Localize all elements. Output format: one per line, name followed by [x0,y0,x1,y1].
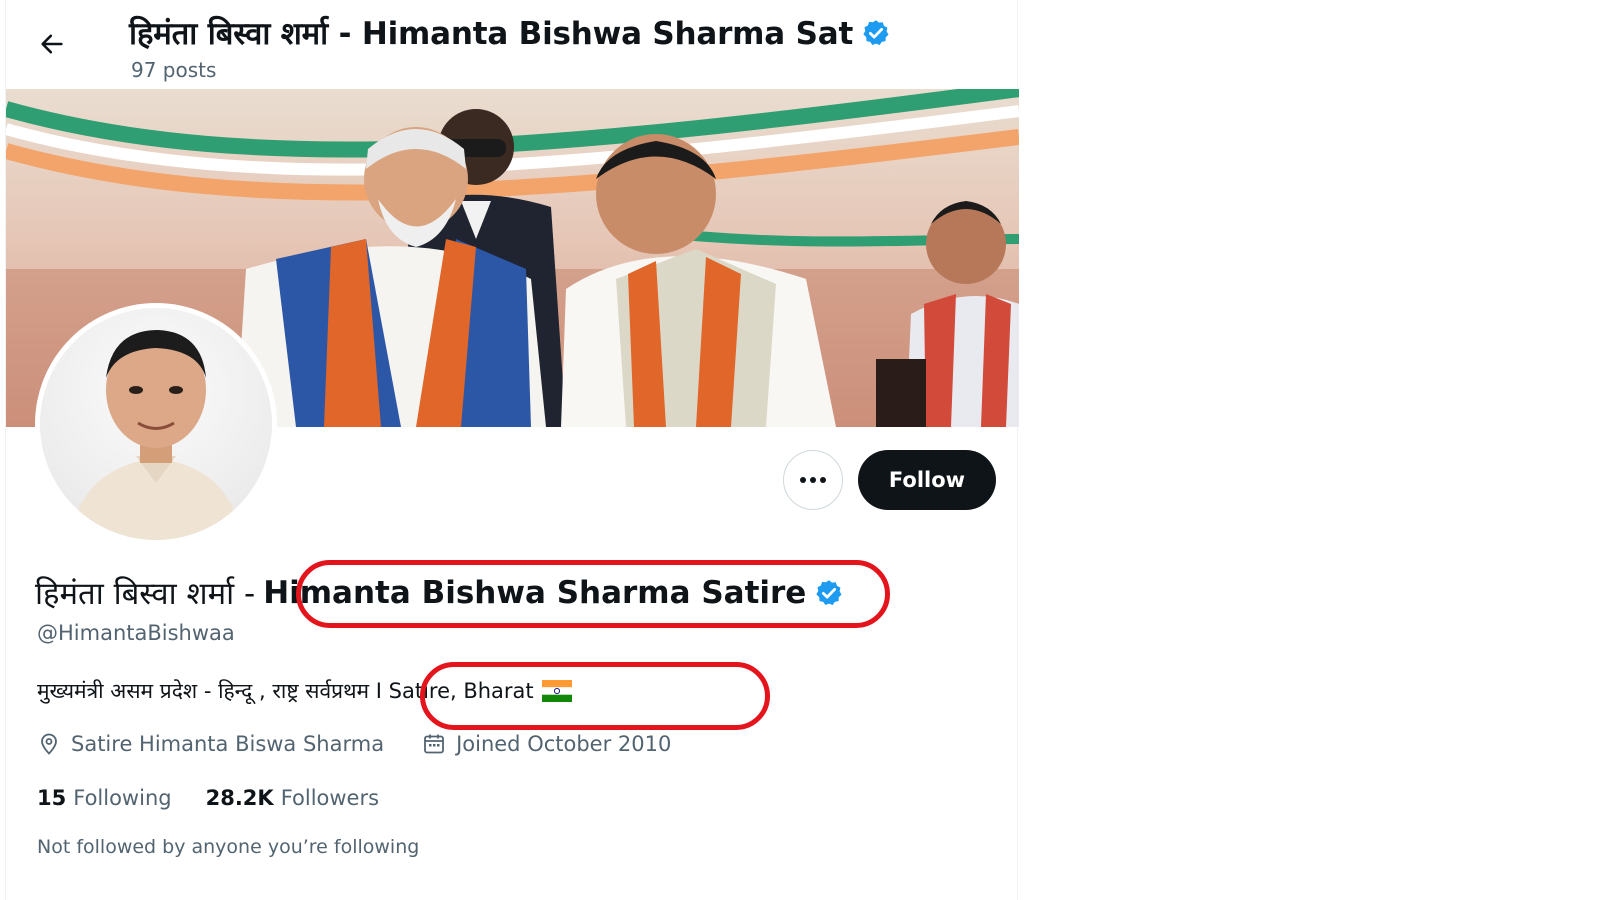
following-label: Following [73,786,172,810]
more-horizontal-icon [800,477,826,483]
user-handle: @HimantaBishwaa [37,621,235,645]
followers-label: Followers [280,786,380,810]
avatar[interactable] [35,303,277,545]
profile-header: हिमंता बिस्वा शर्मा - Himanta Bishwa Sha… [6,0,1017,89]
following-count: 15 [37,786,67,810]
display-name-devanagari: हिमंता बिस्वा शर्मा - [35,576,256,612]
avatar-portrait [70,330,242,540]
arrow-left-icon [41,34,63,54]
followers-link[interactable]: 28.2K Followers [206,786,379,810]
profile-column: हिमंता बिस्वा शर्मा - Himanta Bishwa Sha… [5,0,1019,900]
page: हिमंता बिस्वा शर्मा - Himanta Bishwa Sha… [0,0,1600,900]
header-title: हिमंता बिस्वा शर्मा - Himanta Bishwa Sha… [129,16,854,52]
calendar-icon [424,734,444,754]
followers-count: 28.2K [205,786,274,810]
profile-meta: Satire Himanta Biswa Sharma Joined Octob… [37,732,671,756]
india-flag-icon [541,680,572,702]
back-button[interactable] [34,26,70,62]
more-options-button[interactable] [783,450,843,510]
followed-by-text: Not followed by anyone you’re following [37,836,420,858]
avatar-image [40,308,272,540]
bio: मुख्यमंत्री असम प्रदेश - हिन्दू , राष्ट्… [37,677,572,705]
header-title-row: हिमंता बिस्वा शर्मा - Himanta Bishwa Sha… [129,12,891,54]
bio-text: मुख्यमंत्री असम प्रदेश - हिन्दू , राष्ट्… [37,679,534,703]
follow-button[interactable]: Follow [858,450,996,510]
display-name-english: Himanta Bishwa Sharma Satire [263,575,807,611]
follow-stats: 15 Following 28.2K Followers [37,786,379,810]
verified-badge-icon [863,20,889,46]
display-name: हिमंता बिस्वा शर्मा - Himanta Bishwa Sha… [35,572,844,614]
following-link[interactable]: 15 Following [37,786,172,810]
verified-badge-icon [816,580,842,605]
post-count: 97 posts [131,58,217,82]
joined-date: Joined October 2010 [456,732,672,756]
location-text: Satire Himanta Biswa Sharma [71,732,385,756]
location-pin-icon [41,733,57,755]
